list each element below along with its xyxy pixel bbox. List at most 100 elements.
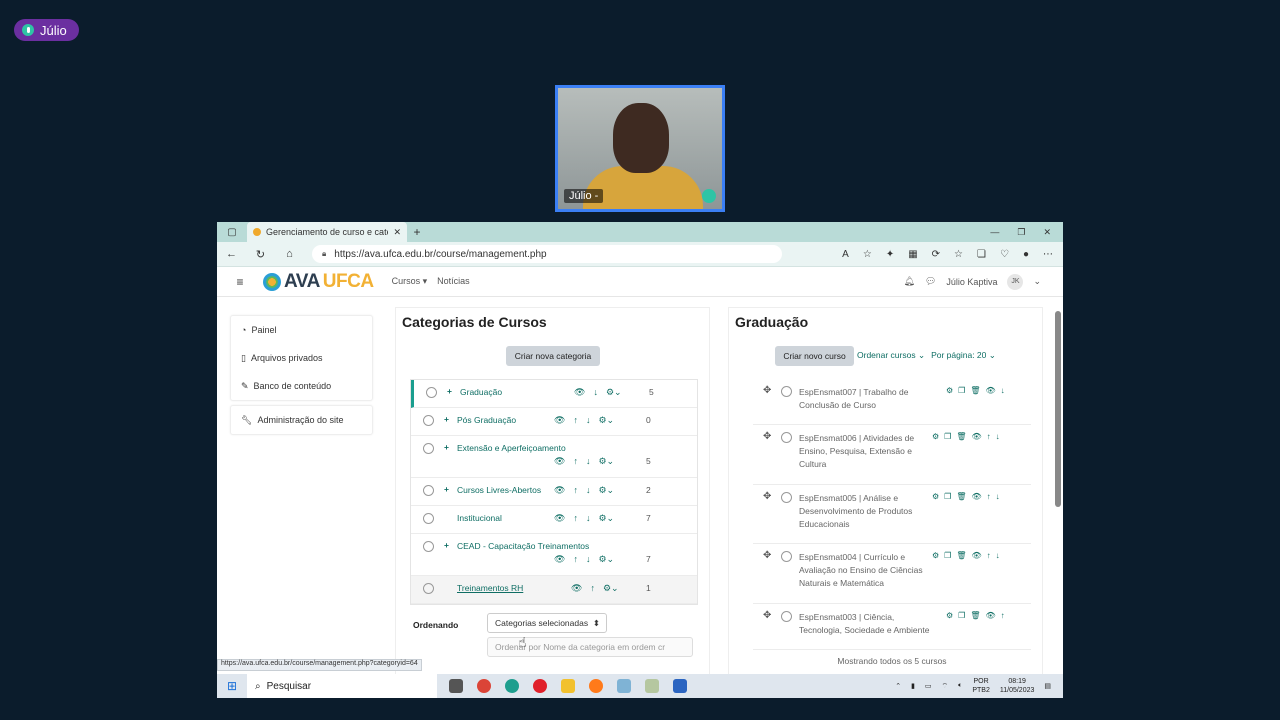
category-row[interactable]: + Graduação 👁︎ ↓ ⚙︎⌄ 5	[411, 380, 697, 408]
move-down-icon[interactable]: ↓	[593, 387, 598, 398]
more-icon[interactable]: ⋯	[1043, 249, 1053, 260]
visibility-icon[interactable]: 👁︎	[986, 611, 996, 620]
visibility-icon[interactable]: 👁︎	[554, 415, 565, 426]
category-name[interactable]: Pós Graduação	[457, 415, 516, 425]
course-select-radio[interactable]	[781, 551, 792, 562]
category-name[interactable]: Extensão e Aperfeiçoamento	[457, 443, 566, 453]
close-window-icon[interactable]: ✕	[1043, 227, 1051, 238]
settings-icon[interactable]: ⚙︎	[932, 492, 939, 501]
firefox-icon[interactable]	[589, 679, 603, 693]
move-down-icon[interactable]: ↓	[586, 485, 591, 496]
move-up-icon[interactable]: ↑	[573, 485, 578, 496]
settings-icon[interactable]: ⚙︎	[946, 386, 953, 395]
category-name[interactable]: Graduação	[460, 387, 502, 397]
heart-icon[interactable]: ♡	[1000, 249, 1009, 260]
read-aloud-icon[interactable]: A	[842, 249, 849, 260]
visibility-icon[interactable]: 👁︎	[972, 492, 982, 501]
category-row[interactable]: Treinamentos RH 👁︎ ↑ ⚙︎⌄ 1	[411, 576, 697, 604]
settings-icon[interactable]: ⚙︎	[932, 432, 939, 441]
course-row[interactable]: ✥ EspEnsmat006 | Atividades de Ensino, P…	[753, 425, 1031, 485]
expand-icon[interactable]: +	[447, 386, 452, 396]
course-row[interactable]: ✥ EspEnsmat004 | Currículo e Avaliação n…	[753, 544, 1031, 604]
category-name[interactable]: CEAD - Capacitação Treinamentos	[457, 541, 589, 551]
avatar[interactable]: JK	[1007, 273, 1024, 290]
move-down-icon[interactable]: ↓	[996, 492, 1000, 501]
move-up-icon[interactable]: ↑	[987, 492, 991, 501]
move-up-icon[interactable]: ↑	[590, 583, 595, 594]
language-indicator[interactable]: POR PTB2	[972, 677, 990, 695]
menu-item-cursos[interactable]: Cursos ▾	[392, 276, 428, 287]
category-select-radio[interactable]	[423, 513, 434, 524]
settings-icon[interactable]: ⚙︎	[946, 611, 953, 620]
drag-handle-icon[interactable]: ✥	[763, 610, 771, 621]
copy-icon[interactable]: ❐	[944, 492, 951, 501]
create-course-button[interactable]: Criar novo curso	[775, 346, 854, 366]
category-select-radio[interactable]	[423, 583, 434, 594]
category-row[interactable]: + CEAD - Capacitação Treinamentos 👁︎ ↑ ↓ ⚙︎…	[411, 534, 697, 576]
course-select-radio[interactable]	[781, 492, 792, 503]
settings-icon[interactable]: ⚙︎⌄	[598, 456, 614, 467]
visibility-icon[interactable]: 👁︎	[554, 456, 565, 467]
visibility-icon[interactable]: 👁︎	[972, 432, 982, 441]
course-row[interactable]: ✥ EspEnsmat007 | Trabalho de Conclusão d…	[753, 379, 1031, 425]
category-select-radio[interactable]	[423, 443, 434, 454]
settings-icon[interactable]: ⚙︎⌄	[598, 513, 614, 524]
copy-icon[interactable]: ❐	[958, 611, 965, 620]
favorites-icon[interactable]: ☆	[954, 249, 963, 260]
profile-icon[interactable]: ●	[1023, 249, 1029, 260]
drag-handle-icon[interactable]: ✥	[763, 491, 771, 502]
move-up-icon[interactable]: ↑	[573, 513, 578, 524]
visibility-icon[interactable]: 👁︎	[554, 513, 565, 524]
new-tab-icon[interactable]: +	[407, 225, 427, 239]
move-up-icon[interactable]: ↑	[987, 432, 991, 441]
delete-icon[interactable]: 🗑︎	[970, 611, 980, 620]
course-name[interactable]: EspEnsmat007 | Trabalho de Conclusão de …	[799, 386, 927, 412]
bell-icon[interactable]: 🔔︎	[904, 276, 915, 287]
expand-icon[interactable]: +	[444, 442, 449, 452]
sort-courses-link[interactable]: Ordenar cursos ⌄	[857, 350, 925, 361]
move-down-icon[interactable]: ↓	[996, 432, 1000, 441]
taskbar-search[interactable]: ⌕ Pesquisar	[247, 674, 437, 698]
category-select-radio[interactable]	[423, 485, 434, 496]
sync-icon[interactable]: ⟳	[932, 249, 940, 260]
favorite-star-icon[interactable]: ☆	[863, 249, 872, 260]
category-name[interactable]: Cursos Livres-Abertos	[457, 485, 541, 495]
user-name[interactable]: Júlio Kaptiva	[946, 277, 997, 287]
collections-icon[interactable]: ❏	[977, 249, 986, 260]
file-explorer-icon[interactable]	[561, 679, 575, 693]
minimize-icon[interactable]: —	[990, 227, 999, 238]
delete-icon[interactable]: 🗑︎	[956, 432, 966, 441]
sort-select[interactable]: Categorias selecionadas ⬍	[487, 613, 607, 633]
participant-video-tile[interactable]: Júlio -	[555, 85, 725, 212]
copy-icon[interactable]: ❐	[944, 432, 951, 441]
settings-icon[interactable]: ⚙︎⌄	[598, 415, 614, 426]
visibility-icon[interactable]: 👁︎	[574, 387, 585, 398]
expand-icon[interactable]: +	[444, 414, 449, 424]
category-row[interactable]: + Cursos Livres-Abertos 👁︎ ↑ ↓ ⚙︎⌄ 2	[411, 478, 697, 506]
move-up-icon[interactable]: ↑	[1001, 611, 1005, 620]
category-select-radio[interactable]	[426, 387, 437, 398]
visibility-icon[interactable]: 👁︎	[554, 554, 565, 565]
clock[interactable]: 08:19 11/05/2023	[1000, 677, 1035, 695]
task-view-icon[interactable]	[449, 679, 463, 693]
page-scrollbar[interactable]	[1055, 311, 1061, 507]
settings-icon[interactable]: ⚙︎⌄	[598, 485, 614, 496]
visibility-icon[interactable]: 👁︎	[554, 485, 565, 496]
move-down-icon[interactable]: ↓	[996, 551, 1000, 560]
move-down-icon[interactable]: ↓	[586, 415, 591, 426]
create-category-button[interactable]: Criar nova categoria	[506, 346, 600, 366]
drag-handle-icon[interactable]: ✥	[763, 385, 771, 396]
close-tab-icon[interactable]: ✕	[393, 227, 401, 238]
tab-actions-icon[interactable]: ▢	[217, 227, 247, 238]
expand-icon[interactable]: +	[444, 540, 449, 550]
move-up-icon[interactable]: ↑	[573, 554, 578, 565]
delete-icon[interactable]: 🗑︎	[956, 492, 966, 501]
browser-tab[interactable]: Gerenciamento de curso e categ ✕	[247, 222, 407, 242]
course-select-radio[interactable]	[781, 611, 792, 622]
notepad-icon[interactable]	[645, 679, 659, 693]
copy-icon[interactable]: ❐	[958, 386, 965, 395]
chrome-icon[interactable]	[477, 679, 491, 693]
move-down-icon[interactable]: ↓	[586, 554, 591, 565]
settings-icon[interactable]: ⚙︎⌄	[603, 583, 619, 594]
move-down-icon[interactable]: ↓	[586, 513, 591, 524]
